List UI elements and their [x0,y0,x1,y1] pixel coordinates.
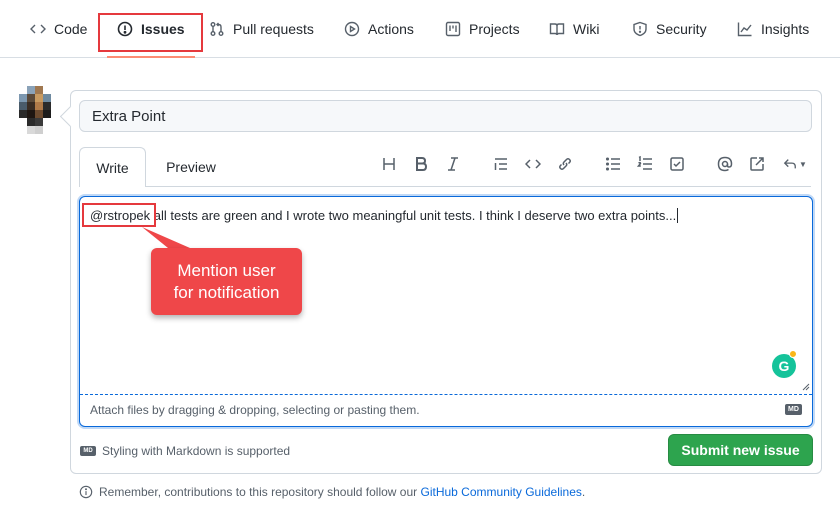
markdown-icon: MD [80,446,96,456]
footer-suffix: . [581,485,586,499]
bold-icon[interactable] [411,154,431,174]
tab-actions[interactable]: Actions [344,0,414,58]
ordered-list-icon[interactable] [635,154,655,174]
grammarly-status-dot [789,350,797,358]
heading-icon[interactable] [379,154,399,174]
italic-icon[interactable] [443,154,463,174]
mention-callout: Mention user for notification [151,248,302,315]
tab-write[interactable]: Write [79,147,146,187]
user-mention: @rstropek [90,208,151,223]
graph-icon [737,22,752,37]
submit-new-issue-button[interactable]: Submit new issue [668,434,813,466]
resize-handle-icon[interactable] [802,383,810,391]
cross-reference-icon[interactable] [747,154,767,174]
avatar [11,86,59,134]
tab-security-label: Security [656,21,707,37]
issue-title-input[interactable]: Extra Point [79,100,812,132]
comment-body-text: @rstropek all tests are green and I wrot… [90,208,679,223]
code-icon[interactable] [523,154,543,174]
tab-projects[interactable]: Projects [445,0,520,58]
chevron-down-icon: ▼ [799,159,807,169]
project-icon [445,21,461,37]
quote-icon[interactable] [491,154,511,174]
mention-icon[interactable] [715,154,735,174]
tab-code[interactable]: Code [30,0,87,58]
tab-actions-label: Actions [368,21,414,37]
link-icon[interactable] [555,154,575,174]
tab-pull-requests[interactable]: Pull requests [209,0,314,58]
unordered-list-icon[interactable] [603,154,623,174]
attach-files-hint[interactable]: Attach files by dragging & dropping, sel… [90,403,420,417]
tab-preview[interactable]: Preview [157,147,225,187]
callout-line-1: Mention user [177,260,276,280]
markdown-icon[interactable]: MD [785,404,802,415]
contribution-guidelines-note: Remember, contributions to this reposito… [79,485,585,499]
play-icon [344,21,360,37]
comment-body-rest: all tests are green and I wrote two mean… [150,208,677,223]
markdown-note-text[interactable]: Styling with Markdown is supported [102,444,290,458]
tasklist-icon[interactable] [667,154,687,174]
issue-title-value: Extra Point [92,107,166,125]
text-caret [677,208,679,223]
tab-insights[interactable]: Insights [737,0,809,58]
reply-icon[interactable]: ▼ [781,154,809,174]
code-icon [30,24,46,34]
info-icon [79,485,93,499]
tab-code-label: Code [54,21,88,37]
book-icon [549,23,565,36]
issue-opened-icon [117,21,133,37]
repo-nav: Code Issues Pull requests Actions Projec… [0,0,840,58]
attach-divider [80,394,812,395]
tab-security[interactable]: Security [632,0,707,58]
tab-projects-label: Projects [469,21,520,37]
community-guidelines-link[interactable]: GitHub Community Guidelines [421,485,582,499]
tab-insights-label: Insights [761,21,810,37]
tab-issues[interactable]: Issues [107,0,195,58]
tab-wiki-label: Wiki [573,21,600,37]
footer-text: Remember, contributions to this reposito… [99,485,421,499]
callout-line-2: for notification [173,282,280,302]
markdown-note: MD Styling with Markdown is supported [80,444,290,458]
tab-issues-label: Issues [141,21,185,37]
tab-wiki[interactable]: Wiki [549,0,599,58]
editor-tabnav-divider [146,186,811,187]
shield-icon [633,21,647,37]
git-pull-request-icon [210,22,224,36]
tab-pull-requests-label: Pull requests [233,21,314,37]
